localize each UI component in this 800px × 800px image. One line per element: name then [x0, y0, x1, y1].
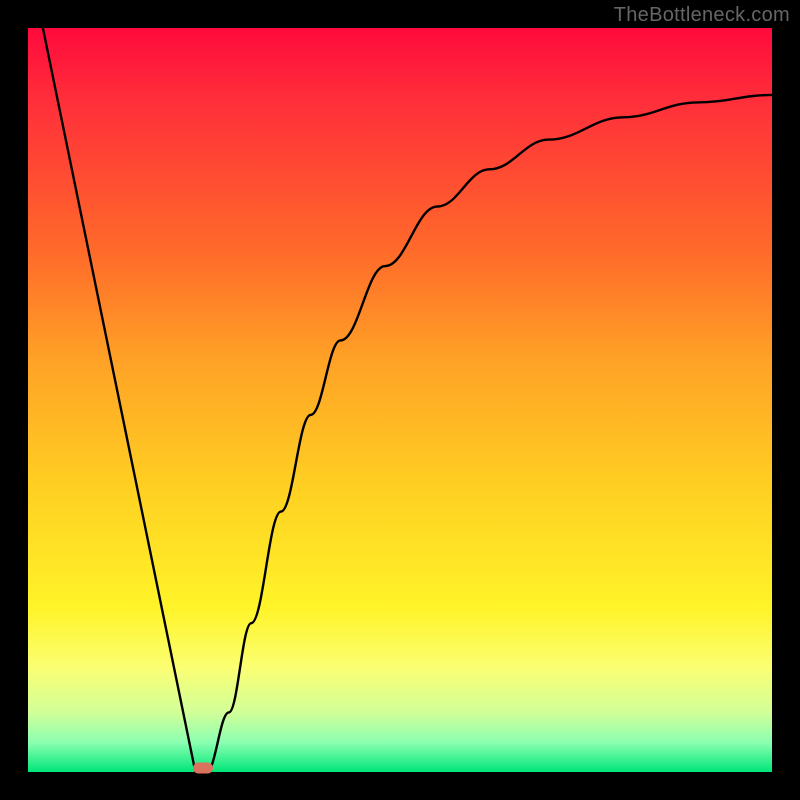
chart-plot-area — [28, 28, 772, 772]
minimum-marker — [193, 763, 213, 774]
watermark-text: TheBottleneck.com — [614, 4, 790, 27]
bottleneck-curve — [28, 28, 772, 772]
